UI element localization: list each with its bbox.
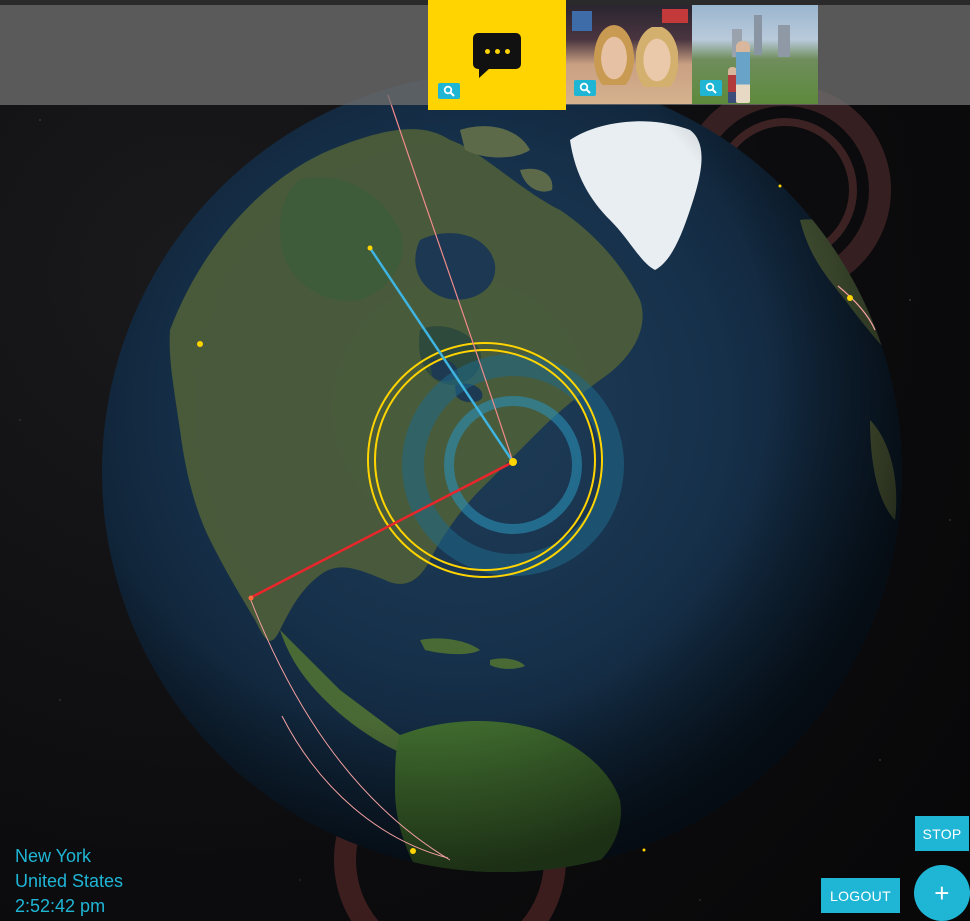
marker-europe [847,295,853,301]
stop-button[interactable]: STOP [915,816,969,851]
globe-viewport[interactable]: New York United States 2:52:42 pm STOP L… [0,0,970,921]
marker-mexico [248,595,254,601]
location-country: United States [15,871,124,891]
location-city: New York [15,846,92,866]
search-icon[interactable] [700,80,722,96]
marker-new-york [509,458,517,466]
marker-south-america [410,848,416,854]
search-icon[interactable] [438,83,460,99]
location-time: 2:52:42 pm [15,896,106,916]
marker-canada [367,245,373,251]
logout-button[interactable]: LOGOUT [821,878,900,913]
add-button[interactable]: + [914,865,970,921]
marker-west-coast [197,341,203,347]
globe[interactable] [102,72,902,875]
search-icon[interactable] [574,80,596,96]
globe-map[interactable] [0,0,970,921]
chat-bubble-icon [473,33,521,78]
